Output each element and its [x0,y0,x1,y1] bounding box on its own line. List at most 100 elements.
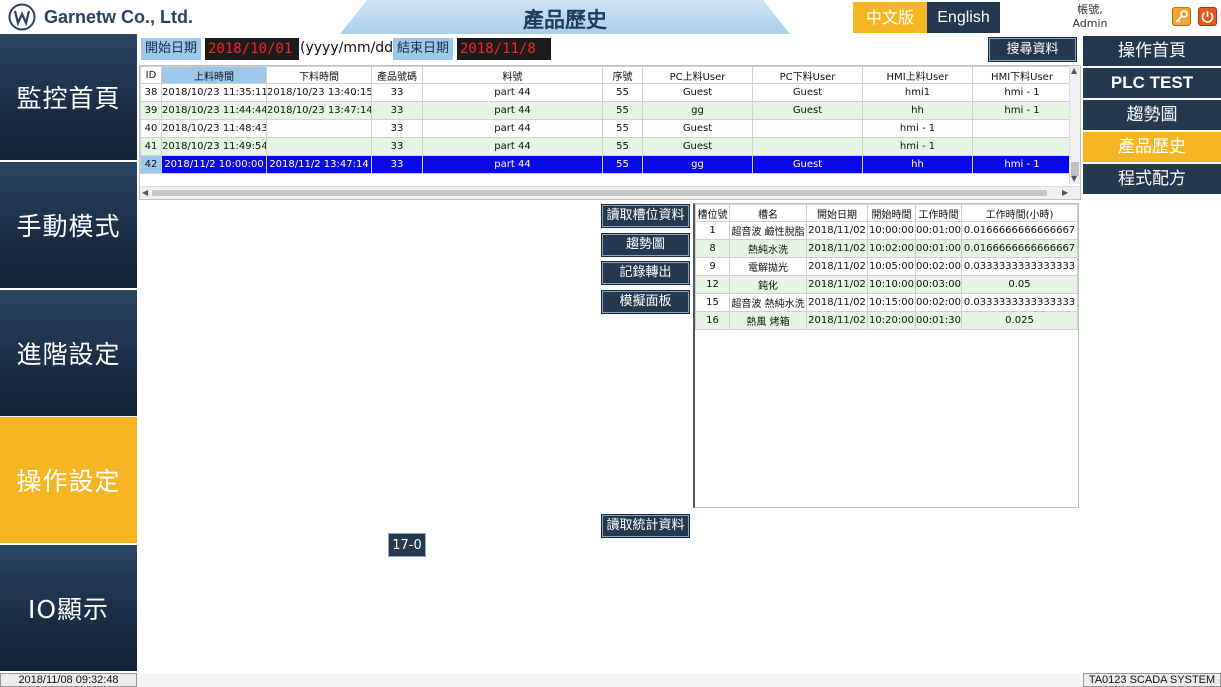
slot-row-cell: 2018/11/02 [806,311,868,330]
nav-io-display[interactable]: IO顯示 [0,545,137,671]
export-records-button[interactable]: 記錄轉出 [602,262,689,284]
read-slot-button[interactable]: 讀取槽位資料 [602,205,689,227]
slot-table: 槽位號 槽名 開始日期 開始時間 工作時間 工作時間(小時) 1 超音波 鹼性脫脂… [695,204,1078,330]
col-part-no[interactable]: 料號 [422,66,603,84]
status-system-name: TA0123 SCADA SYSTEM [1083,673,1221,687]
history-row-cell: gg [642,101,753,120]
rnav-product-history[interactable]: 產品歷史 [1083,132,1221,162]
history-row-cell: hmi - 1 [862,137,973,156]
col-load-time[interactable]: 上料時間 [161,66,267,84]
col-product-no[interactable]: 產品號碼 [371,66,423,84]
slot-row-cell: 2018/11/02 [806,293,868,312]
rnav-recipe[interactable]: 程式配方 [1083,164,1221,194]
key-icon[interactable] [1172,7,1191,26]
col-slot-no[interactable]: 槽位號 [695,204,730,222]
header-bar: Garnetw Co., Ltd. 產品歷史 中文版 English 帳號, A… [0,0,1221,34]
history-row-cell: 33 [371,155,423,174]
history-row-cell: 2018/10/23 11:48:43 [161,119,267,138]
history-row-cell: 33 [371,119,423,138]
status-datetime: 2018/11/08 09:32:48 [0,673,137,687]
lang-en-button[interactable]: English [927,2,1000,33]
slot-row-cell: 10:10:00 [867,275,916,294]
history-row-cell: Guest [642,119,753,138]
scroll-up-icon[interactable]: ▲ [1071,66,1077,75]
col-hmi-unload-user[interactable]: HMI下料User [972,66,1072,84]
slot-table-panel: 槽位號 槽名 開始日期 開始時間 工作時間 工作時間(小時) 1 超音波 鹼性脫脂… [693,203,1079,508]
slot-row-cell: 熱風 烤箱 [729,311,807,330]
history-row-cell: hmi - 1 [972,101,1072,120]
history-row[interactable]: 41 2018/10/23 11:49:54 33 part 44 55 Guest hmi… [140,137,1072,156]
history-row-cell: gg [642,155,753,174]
nav-monitor-home[interactable]: 監控首頁 [0,34,137,160]
history-row-cell: hh [862,101,973,120]
slot-row-cell: 10:15:00 [867,293,916,312]
history-row[interactable]: 40 2018/10/23 11:48:43 33 part 44 55 Guest hmi… [140,119,1072,138]
slot-row[interactable]: 15 超音波 熱純水洗 2018/11/02 10:15:00 00:02:00 0.03… [695,293,1078,312]
slot-row[interactable]: 12 鈍化 2018/11/02 10:10:00 00:03:00 0.05 [695,275,1078,294]
history-row[interactable]: 39 2018/10/23 11:44:44 2018/10/23 13:47:14… [140,101,1072,120]
col-work-time[interactable]: 工作時間 [915,204,962,222]
history-row-cell: 55 [602,155,643,174]
slot-row-cell: 16 [695,311,730,330]
slot-row-cell: 0.025 [961,311,1078,330]
slot-row-cell: 10:05:00 [867,257,916,276]
scroll-right-icon[interactable]: ▶ [1062,188,1068,197]
col-pc-load-user[interactable]: PC上料User [642,66,753,84]
slot-row-cell: 0.0166666666666667 [961,239,1078,258]
history-hscroll-thumb[interactable] [152,190,1047,196]
history-row-cell: 2018/11/2 13:47:14 [266,155,372,174]
slot-row[interactable]: 16 熱風 烤箱 2018/11/02 10:20:00 00:01:30 0.025 [695,311,1078,330]
slot-row-cell: 00:02:00 [915,293,962,312]
history-row-cell: Guest [752,83,863,102]
slot-row-cell: 10:02:00 [867,239,916,258]
history-row[interactable]: 38 2018/10/23 11:35:11 2018/10/23 13:40:15… [140,83,1072,102]
slot-row-cell: 2018/11/02 [806,239,868,258]
history-row-cell: 55 [602,119,643,138]
history-row-cell: 2018/10/23 11:44:44 [161,101,267,120]
slot-row[interactable]: 9 電解拋光 2018/11/02 10:05:00 00:02:00 0.0333333… [695,257,1078,276]
col-id[interactable]: ID [140,66,162,84]
nav-operation-settings[interactable]: 操作設定 [0,417,137,543]
scroll-down-icon[interactable]: ▼ [1071,174,1077,183]
history-row-cell: hmi - 1 [862,119,973,138]
history-row-cell: 42 [140,155,162,174]
end-date-input[interactable]: 2018/11/8 [457,38,551,60]
col-start-date[interactable]: 開始日期 [806,204,868,222]
scroll-left-icon[interactable]: ◀ [142,188,148,197]
read-stats-button[interactable]: 讀取統計資料 [602,515,689,537]
rnav-operation-home[interactable]: 操作首頁 [1083,36,1221,66]
slot-row-cell: 00:01:30 [915,311,962,330]
nav-advanced-settings[interactable]: 進階設定 [0,290,137,416]
app-window: Garnetw Co., Ltd. 產品歷史 中文版 English 帳號, A… [0,0,1221,687]
history-hscroll[interactable]: ◀ ▶ [140,186,1080,199]
col-pc-unload-user[interactable]: PC下料User [752,66,863,84]
slot-row-cell: 0.0333333333333333 [961,257,1078,276]
rnav-trend[interactable]: 趨勢圖 [1083,100,1221,130]
col-hmi-load-user[interactable]: HMI上料User [862,66,973,84]
nav-manual-mode[interactable]: 手動模式 [0,162,137,288]
simulate-panel-button[interactable]: 模擬面板 [602,291,689,313]
station-tag: 17-0 [388,533,426,557]
col-slot-name[interactable]: 槽名 [729,204,807,222]
history-vscroll[interactable]: ▲ ▼ [1069,66,1080,184]
slot-row[interactable]: 1 超音波 鹼性脫脂 2018/11/02 10:00:00 00:01:00 0.016… [695,221,1078,240]
slot-row-cell: 0.0333333333333333 [961,293,1078,312]
history-row[interactable]: 42 2018/11/2 10:00:00 2018/11/2 13:47:14 33… [140,155,1072,174]
lang-zh-button[interactable]: 中文版 [853,2,927,33]
power-icon[interactable] [1198,7,1217,26]
history-table-panel: ID 上料時間 下料時間 產品號碼 料號 序號 PC上料User PC下料Use… [139,65,1081,200]
col-work-hours[interactable]: 工作時間(小時) [961,204,1078,222]
history-row-cell: 2018/11/2 10:00:00 [161,155,267,174]
history-row-cell: 38 [140,83,162,102]
trend-button[interactable]: 趨勢圖 [602,234,689,256]
history-row-cell [752,119,863,138]
col-unload-time[interactable]: 下料時間 [266,66,372,84]
start-date-input[interactable]: 2018/10/01 [205,38,299,60]
slot-row-cell: 00:02:00 [915,257,962,276]
col-serial[interactable]: 序號 [602,66,643,84]
col-start-time[interactable]: 開始時間 [867,204,916,222]
search-button[interactable]: 搜尋資料 [989,38,1076,61]
slot-row[interactable]: 8 熱純水洗 2018/11/02 10:02:00 00:01:00 0.0166666… [695,239,1078,258]
rnav-plc-test[interactable]: PLC TEST [1083,68,1221,98]
history-row-cell [752,137,863,156]
